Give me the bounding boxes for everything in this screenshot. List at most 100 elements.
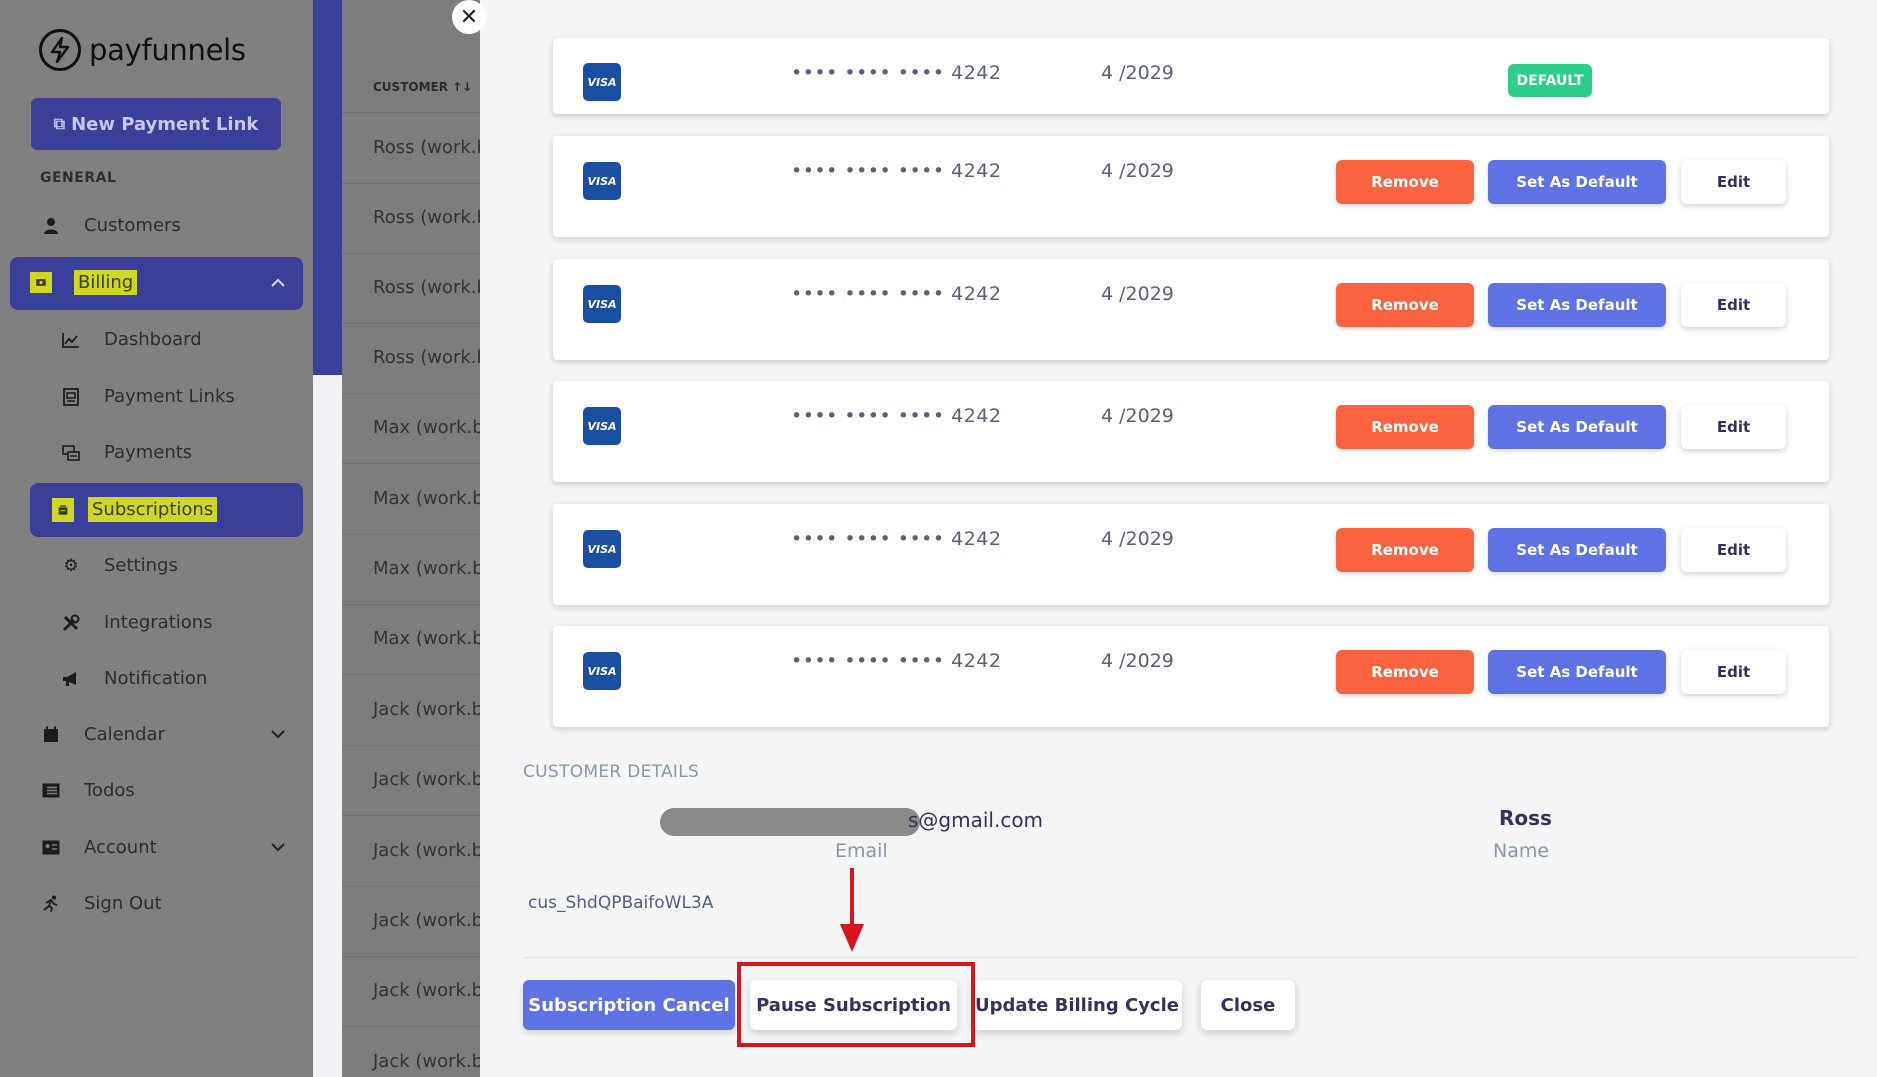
list-row[interactable]: Ross (work.bh xyxy=(373,207,480,228)
logo-text: payfunnels xyxy=(89,33,246,67)
update-billing-cycle-button[interactable]: Update Billing Cycle xyxy=(972,980,1182,1030)
list-row[interactable]: Ross (work.bh xyxy=(373,347,480,368)
edit-card-button[interactable]: Edit xyxy=(1681,528,1786,572)
list-row[interactable]: Max (work.bh xyxy=(373,417,480,438)
edit-card-button[interactable]: Edit xyxy=(1681,283,1786,327)
email-value: s@gmail.com xyxy=(908,808,1044,832)
chevron-up-icon[interactable] xyxy=(271,275,285,291)
remove-card-button[interactable]: Remove xyxy=(1336,650,1474,694)
edit-card-button[interactable]: Edit xyxy=(1681,160,1786,204)
remove-card-button[interactable]: Remove xyxy=(1336,405,1474,449)
payment-card-row: VISA •••• •••• •••• 4242 4 /2029 Remove … xyxy=(553,381,1829,482)
sidebar-item-label: Todos xyxy=(84,780,135,801)
set-default-button[interactable]: Set As Default xyxy=(1488,160,1666,204)
customer-column-header[interactable]: CUSTOMER ↑↓ xyxy=(373,80,472,94)
divider xyxy=(342,112,480,113)
close-icon: ✕ xyxy=(459,4,479,30)
runner-icon xyxy=(40,895,62,913)
sidebar-item-integrations[interactable]: Integrations xyxy=(60,612,213,633)
remove-card-button[interactable]: Remove xyxy=(1336,528,1474,572)
set-default-button[interactable]: Set As Default xyxy=(1488,650,1666,694)
sidebar-item-customers[interactable]: Customers xyxy=(40,215,181,236)
sidebar-item-label: Subscriptions xyxy=(88,497,218,522)
divider xyxy=(342,323,480,324)
email-label: Email xyxy=(835,840,888,862)
customer-id: cus_ShdQPBaifoWL3A xyxy=(528,893,714,913)
sidebar-item-label: Notification xyxy=(104,668,208,689)
card-expiry: 4 /2029 xyxy=(1101,283,1174,305)
sidebar-item-billing[interactable]: Billing xyxy=(30,270,285,295)
logo[interactable]: payfunnels xyxy=(39,29,246,71)
sidebar-item-label: Dashboard xyxy=(104,329,202,350)
subscription-cancel-button[interactable]: Subscription Cancel xyxy=(523,980,735,1030)
list-row[interactable]: Jack (work.bh xyxy=(373,840,480,861)
annotation-highlight-box xyxy=(737,962,975,1047)
card-number: •••• •••• •••• 4242 xyxy=(791,160,1002,182)
customer-email: s@gmail.com xyxy=(660,806,1043,836)
sidebar-item-todos[interactable]: Todos xyxy=(40,780,135,801)
money-icon xyxy=(30,272,52,293)
remove-card-button[interactable]: Remove xyxy=(1336,160,1474,204)
list-row[interactable]: Jack (work.bh xyxy=(373,980,480,1001)
sidebar-item-account[interactable]: Account xyxy=(40,837,285,858)
set-default-button[interactable]: Set As Default xyxy=(1488,405,1666,449)
annotation-arrow-head xyxy=(840,924,864,952)
card-number: •••• •••• •••• 4242 xyxy=(791,283,1002,305)
default-badge: DEFAULT xyxy=(1508,64,1592,97)
payment-card-row: VISA •••• •••• •••• 4242 4 /2029 Remove … xyxy=(553,259,1829,360)
card-number: •••• •••• •••• 4242 xyxy=(791,405,1002,427)
list-row[interactable]: Jack (work.bh xyxy=(373,1051,480,1072)
sidebar-item-label: Integrations xyxy=(104,612,213,633)
list-row[interactable]: Ross (work.bh xyxy=(373,277,480,298)
chevron-down-icon[interactable] xyxy=(271,840,285,856)
divider xyxy=(342,1026,480,1027)
set-default-button[interactable]: Set As Default xyxy=(1488,283,1666,327)
lightning-bolt-icon xyxy=(39,29,81,71)
close-modal-button[interactable]: ✕ xyxy=(452,0,486,34)
chart-icon xyxy=(60,332,82,348)
chevron-down-icon[interactable] xyxy=(271,727,285,743)
card-expiry: 4 /2029 xyxy=(1101,650,1174,672)
link-icon xyxy=(60,387,82,406)
list-row[interactable]: Ross (work.bh xyxy=(373,137,480,158)
divider xyxy=(342,886,480,887)
payment-card-row: VISA •••• •••• •••• 4242 4 /2029 DEFAULT xyxy=(553,38,1829,114)
list-row[interactable]: Jack (work.bh xyxy=(373,910,480,931)
gear-icon: ⚙ xyxy=(63,555,79,576)
sidebar-item-settings[interactable]: ⚙ Settings xyxy=(60,555,178,576)
card-expiry: 4 /2029 xyxy=(1101,160,1174,182)
new-payment-link-button[interactable]: ⧉ New Payment Link xyxy=(31,98,281,150)
divider xyxy=(342,604,480,605)
list-row[interactable]: Jack (work.bh xyxy=(373,769,480,790)
edit-card-button[interactable]: Edit xyxy=(1681,650,1786,694)
sidebar-item-payment-links[interactable]: Payment Links xyxy=(60,386,235,407)
sidebar-item-notification[interactable]: Notification xyxy=(60,668,207,689)
sidebar-item-sign-out[interactable]: Sign Out xyxy=(40,893,162,914)
sidebar-item-label: Payment Links xyxy=(104,386,235,407)
edit-card-button[interactable]: Edit xyxy=(1681,405,1786,449)
megaphone-icon xyxy=(60,671,82,687)
visa-icon: VISA xyxy=(583,162,621,200)
sidebar-item-label: Settings xyxy=(104,555,178,576)
sidebar-item-dashboard[interactable]: Dashboard xyxy=(60,329,202,350)
list-row[interactable]: Max (work.bh xyxy=(373,488,480,509)
list-row[interactable]: Max (work.bh xyxy=(373,628,480,649)
list-row[interactable]: Max (work.bh xyxy=(373,558,480,579)
name-label: Name xyxy=(1493,840,1550,862)
divider xyxy=(342,253,480,254)
sidebar-item-calendar[interactable]: Calendar xyxy=(40,724,285,745)
divider xyxy=(342,745,480,746)
subscriptions-icon xyxy=(52,497,74,522)
name-value: Ross xyxy=(1499,806,1552,830)
set-default-button[interactable]: Set As Default xyxy=(1488,528,1666,572)
remove-card-button[interactable]: Remove xyxy=(1336,283,1474,327)
list-icon xyxy=(40,783,62,798)
list-row[interactable]: Jack (work.bh xyxy=(373,699,480,720)
card-number: •••• •••• •••• 4242 xyxy=(791,528,1002,550)
card-expiry: 4 /2029 xyxy=(1101,405,1174,427)
close-button[interactable]: Close xyxy=(1201,980,1295,1030)
sidebar-item-subscriptions[interactable]: Subscriptions xyxy=(52,497,218,522)
sidebar-item-payments[interactable]: Payments xyxy=(60,442,192,463)
subscription-modal: VISA •••• •••• •••• 4242 4 /2029 DEFAULT… xyxy=(480,0,1877,1077)
redaction-mark xyxy=(660,808,920,836)
